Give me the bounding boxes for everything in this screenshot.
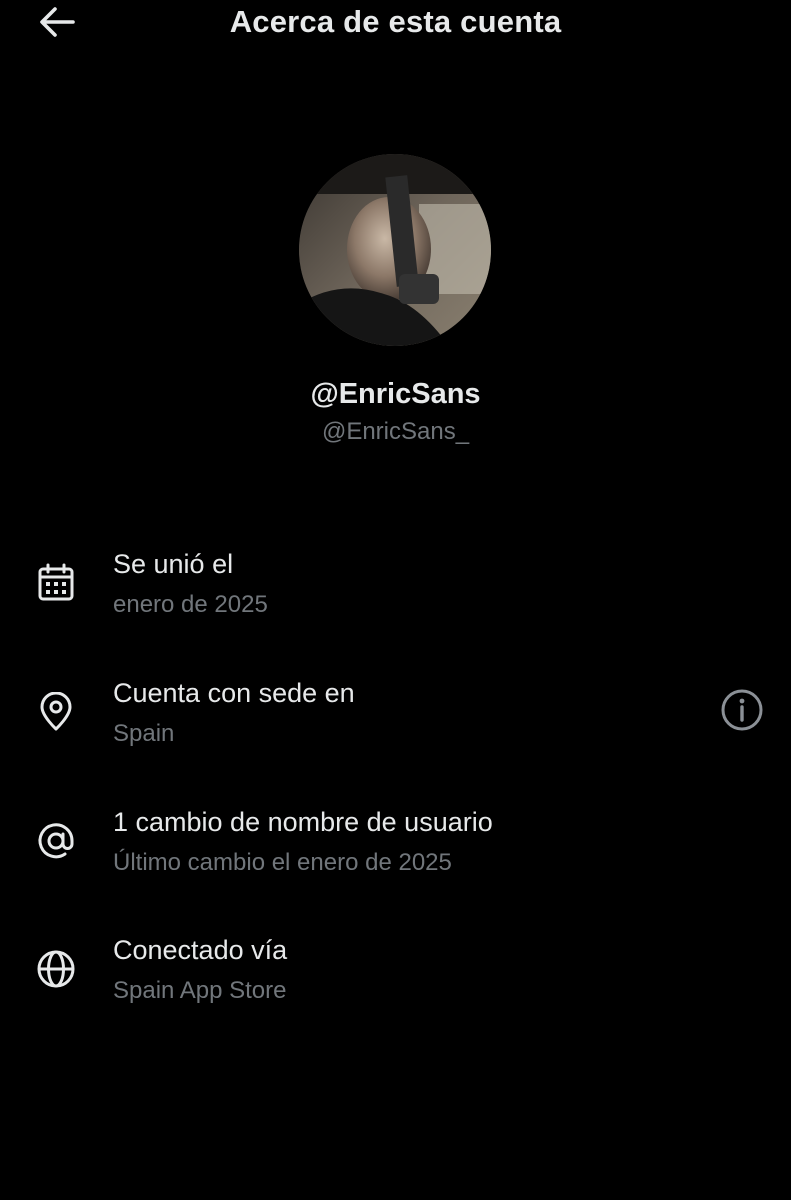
info-icon (720, 688, 764, 737)
username-handle: @EnricSans_ (321, 418, 470, 445)
joined-row: Se unió el enero de 2025 (0, 545, 791, 645)
page-title: Acerca de esta cuenta (229, 4, 562, 39)
connected-via-row: Conectado vía Spain App Store (0, 931, 791, 1031)
info-button[interactable] (718, 688, 766, 736)
globe-icon (34, 947, 78, 991)
username-changes-label: 1 cambio de nombre de usuario (113, 807, 493, 837)
connected-via-value: Spain App Store (113, 977, 287, 1004)
avatar[interactable] (299, 154, 491, 346)
joined-date: enero de 2025 (113, 591, 268, 618)
at-sign-icon (34, 819, 78, 863)
connected-via-label: Conectado vía (113, 935, 288, 965)
location-row: Cuenta con sede en Spain (0, 674, 791, 774)
calendar-icon (34, 561, 78, 605)
location-value: Spain (113, 720, 175, 747)
location-label: Cuenta con sede en (113, 678, 355, 708)
joined-label: Se unió el (113, 549, 234, 579)
top-bar: Acerca de esta cuenta (0, 0, 791, 52)
username-changes-row: 1 cambio de nombre de usuario Último cam… (0, 803, 791, 903)
location-pin-icon (34, 690, 78, 734)
username-changes-detail: Último cambio el enero de 2025 (113, 849, 452, 876)
display-name: @EnricSans (310, 378, 481, 410)
